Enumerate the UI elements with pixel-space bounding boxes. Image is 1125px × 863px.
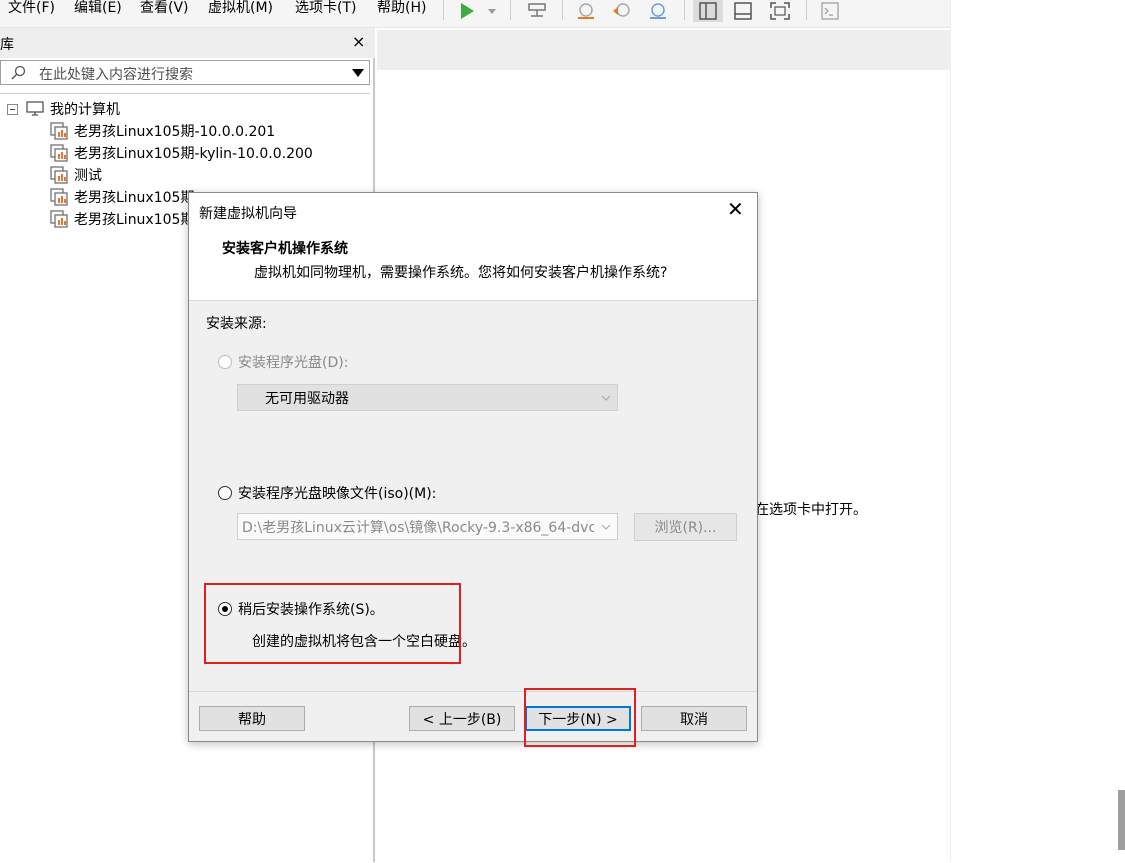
iso-path-input[interactable]: D:\老男孩Linux云计算\os\镜像\Rocky-9.3-x86_64-dv… (237, 513, 618, 540)
iso-path-value: D:\老男孩Linux云计算\os\镜像\Rocky-9.3-x86_64-dv… (242, 519, 594, 536)
window-edge (950, 0, 951, 862)
play-icon[interactable] (455, 0, 479, 22)
single-view-icon[interactable] (730, 0, 756, 22)
vm-icon (50, 210, 68, 228)
library-header: 库 × (0, 28, 375, 58)
snapshot-icon[interactable] (574, 0, 598, 22)
vm-icon (50, 188, 68, 206)
cancel-button[interactable]: 取消 (641, 706, 747, 731)
list-item[interactable]: 老男孩Linux105期 (50, 186, 194, 208)
vm-label: 老男孩Linux105期-10.0.0.201 (74, 124, 276, 140)
chevron-down-icon (601, 524, 611, 530)
list-item[interactable]: 老男孩Linux105期-kylin-10.0.0.200 (50, 142, 313, 164)
drive-select[interactable]: 无可用驱动器 (237, 384, 618, 411)
dialog-description: 虚拟机如同物理机，需要操作系统。您将如何安装客户机操作系统? (254, 265, 668, 281)
list-item[interactable]: 测试 (50, 164, 102, 186)
library-title: 库 (0, 37, 14, 53)
tree-root-my-computer[interactable]: 我的计算机 (7, 98, 120, 120)
fullscreen-icon[interactable] (766, 0, 794, 22)
snapshot-manager-icon[interactable] (646, 0, 670, 22)
library-close-button[interactable]: × (352, 32, 365, 51)
content-note: 在选项卡中打开。 (755, 502, 867, 518)
computer-icon (26, 101, 44, 116)
console-icon[interactable] (818, 0, 842, 22)
vm-icon (50, 122, 68, 140)
vm-label: 老男孩Linux105期 (74, 212, 195, 228)
collapse-icon[interactable] (7, 103, 18, 115)
radio-install-iso[interactable] (218, 486, 232, 500)
dialog-title: 新建虚拟机向导 (199, 206, 297, 222)
list-item[interactable]: 老男孩Linux105期-10.0.0.201 (50, 120, 275, 142)
dialog-heading: 安装客户机操作系统 (222, 241, 348, 257)
dialog-header: 新建虚拟机向导 ✕ 安装客户机操作系统 虚拟机如同物理机，需要操作系统。您将如何… (189, 193, 757, 301)
menu-vm[interactable]: 虚拟机(M) (208, 0, 273, 17)
dialog-close-button[interactable]: ✕ (727, 199, 744, 219)
browse-button[interactable]: 浏览(R)... (634, 513, 737, 541)
radio-install-disc[interactable] (218, 355, 232, 369)
install-source-label: 安装来源: (206, 316, 267, 332)
help-button[interactable]: 帮助 (199, 706, 305, 731)
menu-view[interactable]: 查看(V) (140, 0, 189, 17)
vm-icon (50, 166, 68, 184)
vm-label: 测试 (74, 168, 102, 184)
install-disc-label: 安装程序光盘(D): (238, 355, 349, 371)
search-icon (11, 65, 26, 80)
menu-bar: 文件(F) 编辑(E) 查看(V) 虚拟机(M) 选项卡(T) 帮助(H) (0, 0, 950, 28)
menu-edit[interactable]: 编辑(E) (74, 0, 122, 17)
search-dropdown-icon[interactable] (352, 69, 364, 77)
vm-label: 老男孩Linux105期 (74, 190, 195, 206)
library-search-input[interactable]: 在此处键入内容进行搜索 (0, 60, 370, 85)
search-placeholder: 在此处键入内容进行搜索 (39, 67, 193, 83)
annotation-box-next (524, 688, 636, 747)
tab-strip (377, 30, 950, 70)
annotation-box-install-later (204, 583, 461, 664)
revert-snapshot-icon[interactable] (610, 0, 634, 22)
menu-file[interactable]: 文件(F) (8, 0, 55, 17)
tree-root-label: 我的计算机 (50, 102, 120, 118)
vm-label: 老男孩Linux105期-kylin-10.0.0.200 (74, 146, 313, 162)
list-item[interactable]: 老男孩Linux105期 (50, 208, 194, 230)
network-icon[interactable] (524, 0, 550, 22)
scrollbar-thumb[interactable] (1118, 790, 1125, 850)
divider (189, 691, 757, 692)
vm-icon (50, 144, 68, 162)
library-view-icon[interactable] (693, 0, 723, 22)
drive-select-value: 无可用驱动器 (265, 390, 349, 407)
menu-help[interactable]: 帮助(H) (377, 0, 426, 17)
install-iso-label: 安装程序光盘映像文件(iso)(M): (238, 486, 437, 502)
back-button[interactable]: < 上一步(B) (409, 706, 515, 731)
dropdown-arrow-icon[interactable] (485, 0, 499, 22)
chevron-down-icon (601, 395, 611, 401)
menu-tabs[interactable]: 选项卡(T) (295, 0, 356, 17)
